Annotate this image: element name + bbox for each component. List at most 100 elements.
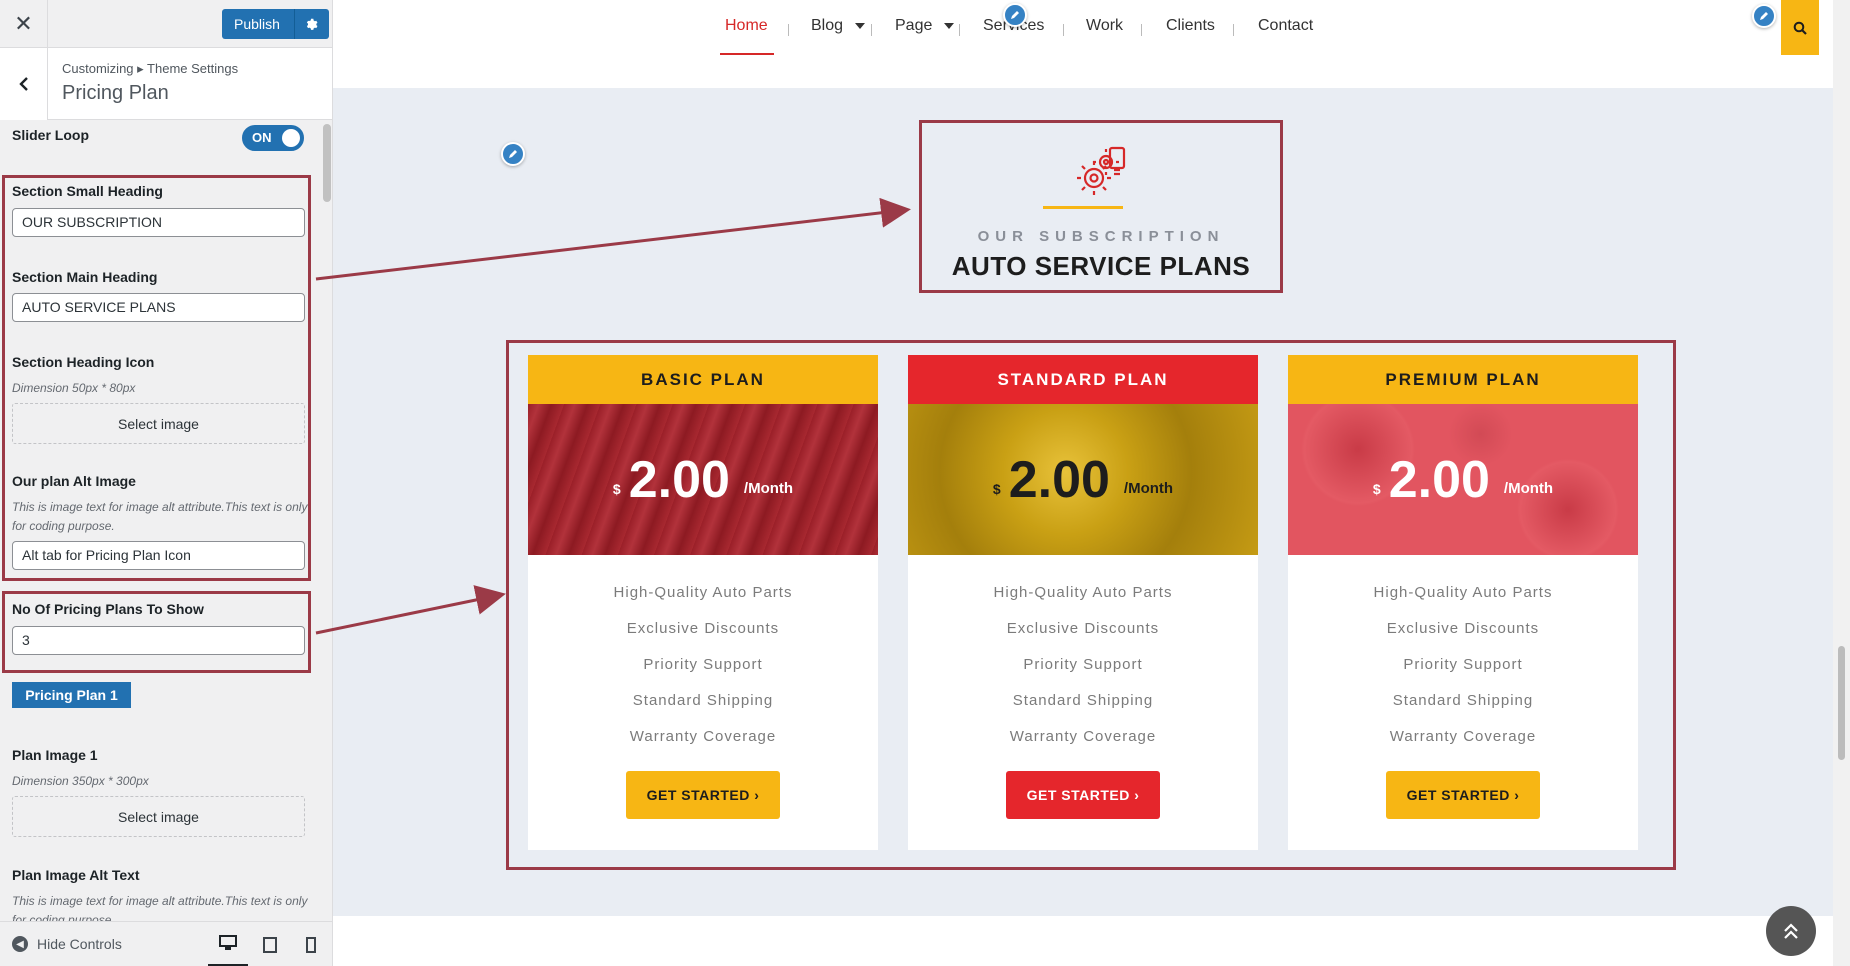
nav-blog[interactable]: Blog <box>811 17 866 35</box>
preview-scrollbar-thumb[interactable] <box>1838 646 1845 760</box>
get-started-button[interactable]: GET STARTED › <box>1006 771 1160 819</box>
feature-item: High-Quality Auto Parts <box>613 584 793 601</box>
search-icon <box>1793 21 1807 35</box>
hide-controls-button[interactable]: ◀ Hide Controls <box>12 936 122 952</box>
publish-button-group: Publish <box>222 9 329 39</box>
feature-list: High-Quality Auto Parts Exclusive Discou… <box>908 583 1258 763</box>
get-started-button[interactable]: GET STARTED › <box>1386 771 1540 819</box>
pricing-plan-1-tab[interactable]: Pricing Plan 1 <box>12 682 131 708</box>
sidebar-scrollbar[interactable] <box>320 121 332 921</box>
slider-loop-label: Slider Loop <box>12 127 89 143</box>
card-image-engine: $ 2.00 /Month <box>908 404 1258 555</box>
card-image-tires: $ 2.00 /Month <box>528 404 878 555</box>
scroll-to-top-button[interactable] <box>1766 906 1816 956</box>
back-button[interactable] <box>0 48 48 120</box>
plans-count-input[interactable]: 3 <box>12 626 305 655</box>
nav-page-label: Page <box>895 17 933 34</box>
customizer-footer: ◀ Hide Controls <box>0 921 332 966</box>
plan-image-label: Plan Image 1 <box>12 747 98 763</box>
feature-list: High-Quality Auto Parts Exclusive Discou… <box>1288 583 1638 763</box>
price-currency: $ <box>992 480 1001 497</box>
chevron-down-icon <box>855 22 866 29</box>
feature-item: Warranty Coverage <box>629 728 777 745</box>
nav-separator <box>1141 24 1142 36</box>
mobile-preview-button[interactable] <box>291 922 331 966</box>
pricing-section: OUR SUBSCRIPTION AUTO SERVICE PLANS BASI… <box>333 88 1833 916</box>
price-amount: 2.00 <box>628 450 730 509</box>
edit-shortcut-nav[interactable] <box>1003 3 1027 27</box>
get-started-button[interactable]: GET STARTED › <box>626 771 780 819</box>
section-small-heading: OUR SUBSCRIPTION <box>977 228 1225 245</box>
edit-shortcut-pricing[interactable] <box>501 142 525 166</box>
publish-settings-button[interactable] <box>295 9 329 39</box>
nav-contact[interactable]: Contact <box>1258 17 1313 35</box>
section-title: Pricing Plan <box>62 82 169 104</box>
plan-image-select-button[interactable]: Select image <box>12 796 305 837</box>
desktop-icon <box>219 935 237 950</box>
tablet-icon <box>263 936 277 953</box>
card-title: STANDARD PLAN <box>908 355 1258 404</box>
feature-item: Exclusive Discounts <box>1006 620 1160 637</box>
main-heading-input[interactable]: AUTO SERVICE PLANS <box>12 293 305 322</box>
slider-loop-toggle[interactable]: ON <box>242 125 304 151</box>
nav-page[interactable]: Page <box>895 17 955 35</box>
card-image-parts: $ 2.00 /Month <box>1288 404 1638 555</box>
small-heading-input[interactable]: OUR SUBSCRIPTION <box>12 208 305 237</box>
card-price: $ 2.00 /Month <box>528 404 878 555</box>
price-period: /Month <box>1503 480 1554 497</box>
sidebar-scrollbar-thumb[interactable] <box>323 124 331 202</box>
preview-scrollbar[interactable] <box>1833 0 1850 966</box>
feature-list: High-Quality Auto Parts Exclusive Discou… <box>528 583 878 763</box>
card-title: PREMIUM PLAN <box>1288 355 1638 404</box>
nav-clients[interactable]: Clients <box>1166 17 1215 35</box>
edit-shortcut-search[interactable] <box>1752 4 1776 28</box>
feature-item: Priority Support <box>643 656 763 673</box>
feature-item: Warranty Coverage <box>1009 728 1157 745</box>
feature-item: Standard Shipping <box>1012 692 1154 709</box>
nav-separator <box>788 24 789 36</box>
arrow-up-icon <box>1784 923 1798 939</box>
close-customizer-button[interactable]: ✕ <box>0 0 48 48</box>
engine-gear-icon <box>1077 146 1126 195</box>
price-amount: 2.00 <box>1388 450 1490 509</box>
hide-controls-label: Hide Controls <box>37 936 122 952</box>
heading-icon-label: Section Heading Icon <box>12 354 155 370</box>
nav-separator <box>1233 24 1234 36</box>
alt-image-input[interactable]: Alt tab for Pricing Plan Icon <box>12 541 305 570</box>
gear-icon <box>306 18 318 30</box>
desktop-preview-button[interactable] <box>208 922 248 966</box>
chevron-down-icon <box>944 22 955 29</box>
nav-separator <box>871 24 872 36</box>
site-preview: Home Blog Page Services Work Clients Con… <box>333 0 1850 966</box>
feature-item: Warranty Coverage <box>1389 728 1537 745</box>
controls-panel[interactable]: Slider Loop ON Section Small Heading OUR… <box>0 121 320 921</box>
next-section <box>333 916 1833 966</box>
collapse-icon: ◀ <box>12 936 28 952</box>
price-period: /Month <box>1123 480 1174 497</box>
main-heading-label: Section Main Heading <box>12 269 158 285</box>
nav-home[interactable]: Home <box>725 17 768 35</box>
feature-item: Exclusive Discounts <box>1386 620 1540 637</box>
pencil-icon <box>1760 12 1768 20</box>
card-title: BASIC PLAN <box>528 355 878 404</box>
plan-alt-desc: This is image text for image alt attribu… <box>12 894 308 921</box>
plans-count-label: No Of Pricing Plans To Show <box>12 601 204 617</box>
alt-image-label: Our plan Alt Image <box>12 473 136 489</box>
feature-item: Priority Support <box>1403 656 1523 673</box>
feature-item: High-Quality Auto Parts <box>993 584 1173 601</box>
heading-icon-select-button[interactable]: Select image <box>12 403 305 444</box>
heading-underline <box>1043 206 1123 209</box>
chevron-left-icon <box>18 77 28 91</box>
publish-button[interactable]: Publish <box>222 9 295 39</box>
customizer-header: ✕ Publish <box>0 0 332 48</box>
toggle-knob <box>282 129 300 147</box>
close-icon: ✕ <box>14 11 33 36</box>
nav-blog-label: Blog <box>811 17 844 34</box>
feature-item: High-Quality Auto Parts <box>1373 584 1553 601</box>
main-nav: Home Blog Page Services Work Clients Con… <box>333 0 1833 88</box>
nav-work[interactable]: Work <box>1086 17 1123 35</box>
tablet-preview-button[interactable] <box>250 922 290 966</box>
search-button[interactable] <box>1781 0 1819 55</box>
feature-item: Standard Shipping <box>632 692 774 709</box>
customizer-sidebar: ✕ Publish Customizing ▸ Theme Settings P… <box>0 0 333 966</box>
